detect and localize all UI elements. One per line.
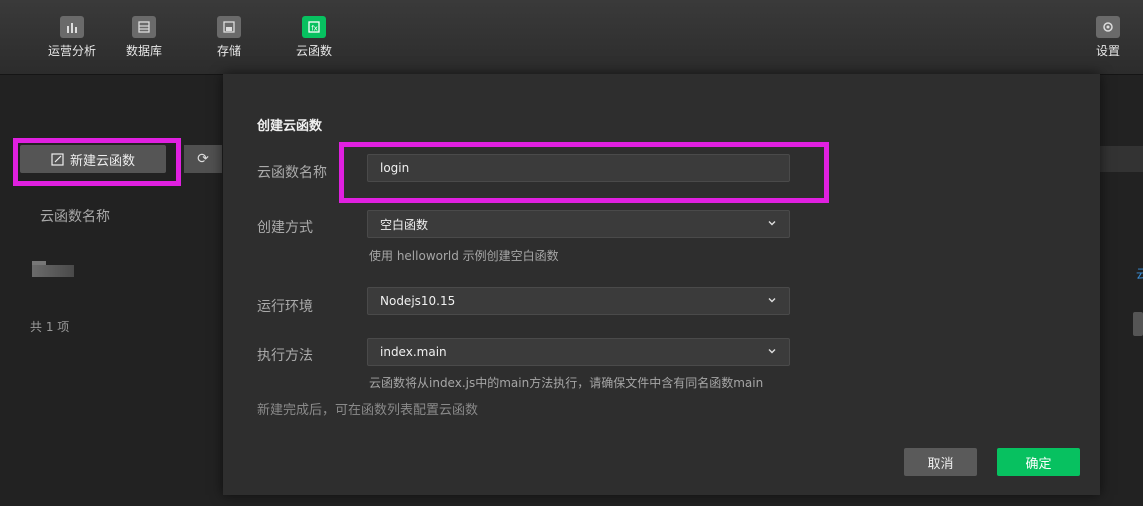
nav-item-cloud-function[interactable]: fx 云函数 <box>284 8 344 59</box>
total-count: 共 1 项 <box>30 320 70 334</box>
handler-label: 执行方法 <box>257 348 313 364</box>
nav-label-settings: 设置 <box>1095 44 1120 58</box>
nav-item-database[interactable]: 数据库 <box>114 8 174 59</box>
cancel-button[interactable]: 取消 <box>904 448 977 476</box>
column-header-name: 云函数名称 <box>40 209 110 225</box>
nav-item-settings[interactable]: 设置 <box>1078 8 1138 59</box>
nav-label-analytics: 运营分析 <box>47 44 96 58</box>
nav-item-analytics[interactable]: 运营分析 <box>42 8 102 59</box>
create-function-dialog: 创建云函数 云函数名称 login 创建方式 空白函数 使用 helloworl… <box>223 74 1100 495</box>
function-name-label: 云函数名称 <box>257 165 327 181</box>
handler-value: index.main <box>380 345 447 359</box>
toolbar-right-area <box>1100 146 1143 172</box>
storage-icon <box>217 16 241 38</box>
nav-label-database: 数据库 <box>125 44 162 58</box>
runtime-label: 运行环境 <box>257 299 313 315</box>
runtime-value: Nodejs10.15 <box>380 294 456 308</box>
refresh-button[interactable]: ⟳ <box>184 145 222 173</box>
dialog-footnote: 新建完成后，可在函数列表配置云函数 <box>257 403 479 418</box>
chevron-down-icon <box>768 298 776 303</box>
handler-select[interactable]: index.main <box>367 338 790 366</box>
svg-text:fx: fx <box>311 25 318 33</box>
nav-item-storage[interactable]: 存储 <box>199 8 259 59</box>
chevron-down-icon <box>768 221 776 226</box>
confirm-button[interactable]: 确定 <box>997 448 1080 476</box>
cloud-function-icon: fx <box>302 16 326 38</box>
create-method-hint: 使用 helloworld 示例创建空白函数 <box>369 249 559 263</box>
create-method-label: 创建方式 <box>257 220 313 236</box>
bar-chart-icon <box>60 16 84 38</box>
database-icon <box>132 16 156 38</box>
highlight-name-input <box>339 142 829 203</box>
right-edge-button[interactable] <box>1133 312 1143 336</box>
dialog-title: 创建云函数 <box>257 119 323 134</box>
function-row-thumbnail[interactable] <box>32 261 74 277</box>
handler-hint: 云函数将从index.js中的main方法执行，请确保文件中含有同名函数main <box>369 376 764 390</box>
nav-label-cloud-function: 云函数 <box>295 44 332 58</box>
runtime-select[interactable]: Nodejs10.15 <box>367 287 790 315</box>
top-nav-bar: 运营分析 数据库 存储 fx 云函数 设置 <box>0 0 1143 75</box>
refresh-icon: ⟳ <box>197 151 209 167</box>
create-method-select[interactable]: 空白函数 <box>367 210 790 238</box>
highlight-new-button <box>13 138 181 186</box>
gear-icon <box>1096 16 1120 38</box>
create-method-value: 空白函数 <box>380 217 429 232</box>
chevron-down-icon <box>768 349 776 354</box>
nav-label-storage: 存储 <box>216 44 241 58</box>
right-edge-link[interactable]: 云 <box>1136 265 1143 282</box>
